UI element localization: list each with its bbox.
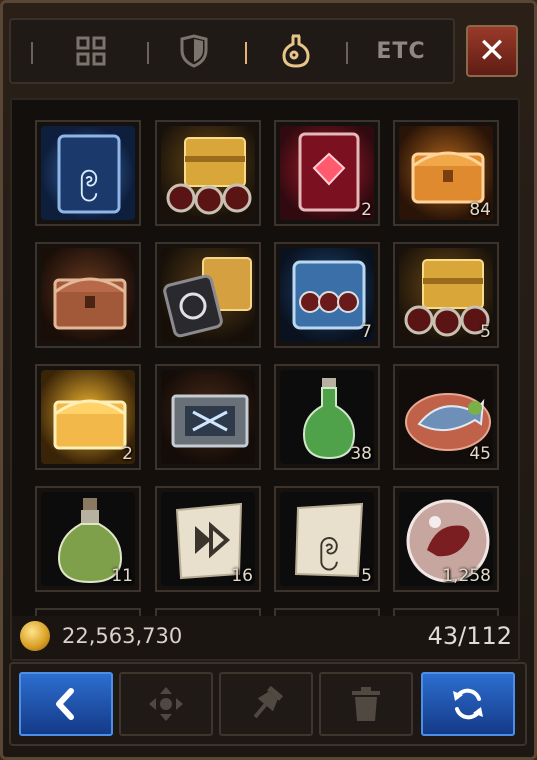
item-slot-blue-display-chest[interactable]: 7 <box>274 242 380 348</box>
item-quantity: 7 <box>361 322 372 342</box>
item-quantity: 45 <box>469 444 491 464</box>
currency-row: 22,563,730 43/112 <box>20 618 512 654</box>
item-slot-scroll-arrow[interactable]: 16 <box>155 486 261 592</box>
item-slot-silver-crate[interactable] <box>155 364 261 470</box>
item-slot-scroll-rune[interactable]: ဨ 5 <box>274 486 380 592</box>
item-slot-fish-dish[interactable]: 45 <box>393 364 499 470</box>
tab-grid[interactable] <box>51 20 131 82</box>
back-button[interactable] <box>19 672 113 736</box>
delete-button[interactable] <box>319 672 413 736</box>
move-icon <box>149 687 183 721</box>
tab-etc[interactable]: ETC <box>356 20 446 82</box>
action-bar <box>9 662 527 746</box>
item-slot-copper-chest[interactable] <box>35 242 141 348</box>
potion-icon <box>282 34 310 68</box>
item-slot-golden-chest-orbs[interactable]: 5 <box>393 242 499 348</box>
gold-coin-icon <box>20 621 50 651</box>
tab-etc-label: ETC <box>376 38 426 64</box>
refresh-icon <box>453 688 483 720</box>
tab-separator <box>147 42 149 64</box>
item-quantity: 11 <box>111 566 133 586</box>
trash-icon <box>352 687 380 721</box>
gold-amount: 22,563,730 <box>62 624 183 648</box>
pin-button[interactable] <box>219 672 313 736</box>
item-quantity: 5 <box>361 566 372 586</box>
chevron-left-icon <box>56 688 74 720</box>
tab-equipment[interactable] <box>156 20 231 82</box>
item-quantity: 16 <box>231 566 253 586</box>
item-slot-red-gem-card[interactable]: 2 <box>274 120 380 226</box>
close-button[interactable]: ✕ <box>466 25 518 77</box>
pin-icon <box>253 685 284 719</box>
grid-icon <box>76 36 106 66</box>
item-slot-golden-chest[interactable] <box>155 120 261 226</box>
item-slot-golden-glow-chest[interactable]: 2 <box>35 364 141 470</box>
item-slot-green-tonic[interactable]: 11 <box>35 486 141 592</box>
item-grid[interactable]: ဨ 2 84 7 5 2 38 45 11 16 ဨ 5 1,258 <box>10 98 520 661</box>
item-slot-card-pack[interactable]: ဨ <box>35 120 141 226</box>
item-quantity: 2 <box>361 200 372 220</box>
item-quantity: 1,258 <box>442 566 491 586</box>
item-quantity: 5 <box>480 322 491 342</box>
item-slot-dragon-orb[interactable]: 1,258 <box>393 486 499 592</box>
close-icon: ✕ <box>477 31 507 71</box>
tab-separator-active <box>245 42 247 64</box>
tab-separator <box>31 42 33 64</box>
item-quantity: 38 <box>350 444 372 464</box>
inventory-capacity: 43/112 <box>427 622 512 650</box>
svg-text:ဨ: ဨ <box>79 154 99 202</box>
move-button[interactable] <box>119 672 213 736</box>
tab-separator <box>346 42 348 64</box>
tab-consumables[interactable] <box>256 20 336 82</box>
item-slot-orange-chest[interactable]: 84 <box>393 120 499 226</box>
item-quantity: 84 <box>469 200 491 220</box>
item-slot-green-potion[interactable]: 38 <box>274 364 380 470</box>
sort-button[interactable] <box>421 672 515 736</box>
inventory-tabs: ETC <box>9 18 455 84</box>
item-quantity: 2 <box>122 444 133 464</box>
item-slot-chest-rune-card[interactable] <box>155 242 261 348</box>
shield-icon <box>180 34 207 68</box>
